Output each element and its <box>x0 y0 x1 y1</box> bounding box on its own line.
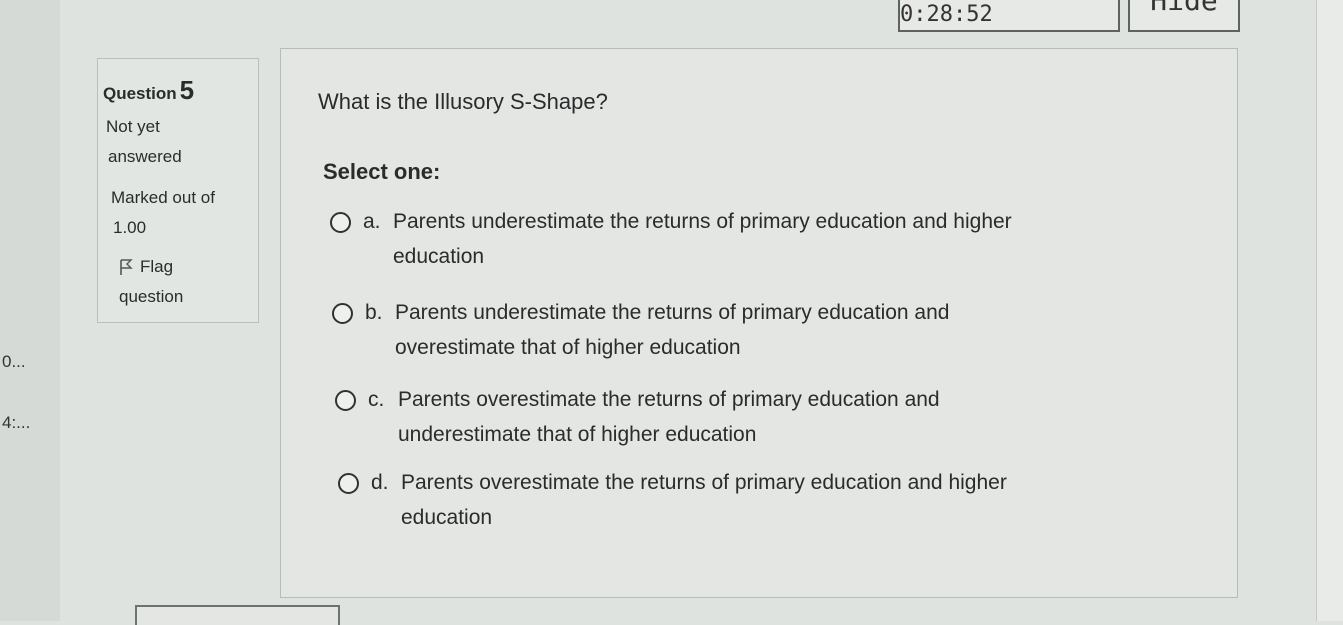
question-text: What is the Illusory S-Shape? <box>318 89 608 114</box>
answer-option-d[interactable]: d. Parents overestimate the returns of p… <box>338 471 1007 535</box>
question-grade: 1.00 <box>113 218 147 237</box>
flag-label[interactable]: Flag <box>140 257 173 277</box>
option-text-line: Parents overestimate the returns of prim… <box>401 471 1007 494</box>
question-grade: Marked out of <box>111 188 215 207</box>
timer-display: Time left 0:28:52 <box>898 0 1120 32</box>
option-text-line: education <box>401 506 493 529</box>
option-text-line: underestimate that of higher education <box>398 423 757 446</box>
option-letter: d. <box>371 471 389 494</box>
radio-button[interactable] <box>335 390 356 411</box>
option-text-line: education <box>393 245 485 268</box>
question-state: answered <box>108 147 182 166</box>
right-panel-edge <box>1316 0 1343 621</box>
option-text[interactable]: Parents overestimate the returns of prim… <box>401 465 1007 535</box>
option-letter: b. <box>365 301 383 324</box>
left-navigation-strip: 0... 4:... <box>0 0 60 621</box>
option-letter: a. <box>363 210 381 233</box>
option-text-line: Parents underestimate the returns of pri… <box>395 301 950 324</box>
question-label: Question <box>103 84 177 103</box>
hide-button-label: Hide <box>1150 0 1218 17</box>
option-text-line: Parents overestimate the returns of prim… <box>398 388 940 411</box>
answer-option-a[interactable]: a. Parents underestimate the returns of … <box>330 210 1012 274</box>
flag-question-link[interactable]: Flag <box>118 257 173 277</box>
hide-button[interactable]: Hide <box>1128 0 1240 32</box>
flag-icon <box>118 258 134 276</box>
option-text-line: overestimate that of higher education <box>395 336 741 359</box>
answer-option-c[interactable]: c. Parents overestimate the returns of p… <box>335 388 940 452</box>
timer-label: Time left 0:28:52 <box>900 0 1019 27</box>
question-number: 5 <box>179 75 195 105</box>
radio-button[interactable] <box>330 212 351 233</box>
select-one-prompt: Select one: <box>323 159 441 184</box>
option-text-line: Parents underestimate the returns of pri… <box>393 210 1012 233</box>
question-info-panel: Question 5 Not yet answered Marked out of… <box>97 58 259 323</box>
radio-button[interactable] <box>338 473 359 494</box>
question-number-title: Question 5 <box>103 75 194 106</box>
flag-label[interactable]: question <box>119 287 183 307</box>
question-state: Not yet <box>106 117 160 136</box>
navigation-button-partial[interactable] <box>135 605 340 625</box>
option-text[interactable]: Parents underestimate the returns of pri… <box>395 295 949 365</box>
nav-fragment[interactable]: 0... <box>2 352 26 372</box>
option-text[interactable]: Parents underestimate the returns of pri… <box>393 204 1012 274</box>
radio-button[interactable] <box>332 303 353 324</box>
option-letter: c. <box>368 388 385 411</box>
option-text[interactable]: Parents overestimate the returns of prim… <box>398 382 940 452</box>
nav-fragment[interactable]: 4:... <box>2 413 30 433</box>
answer-option-b[interactable]: b. Parents underestimate the returns of … <box>332 301 949 365</box>
